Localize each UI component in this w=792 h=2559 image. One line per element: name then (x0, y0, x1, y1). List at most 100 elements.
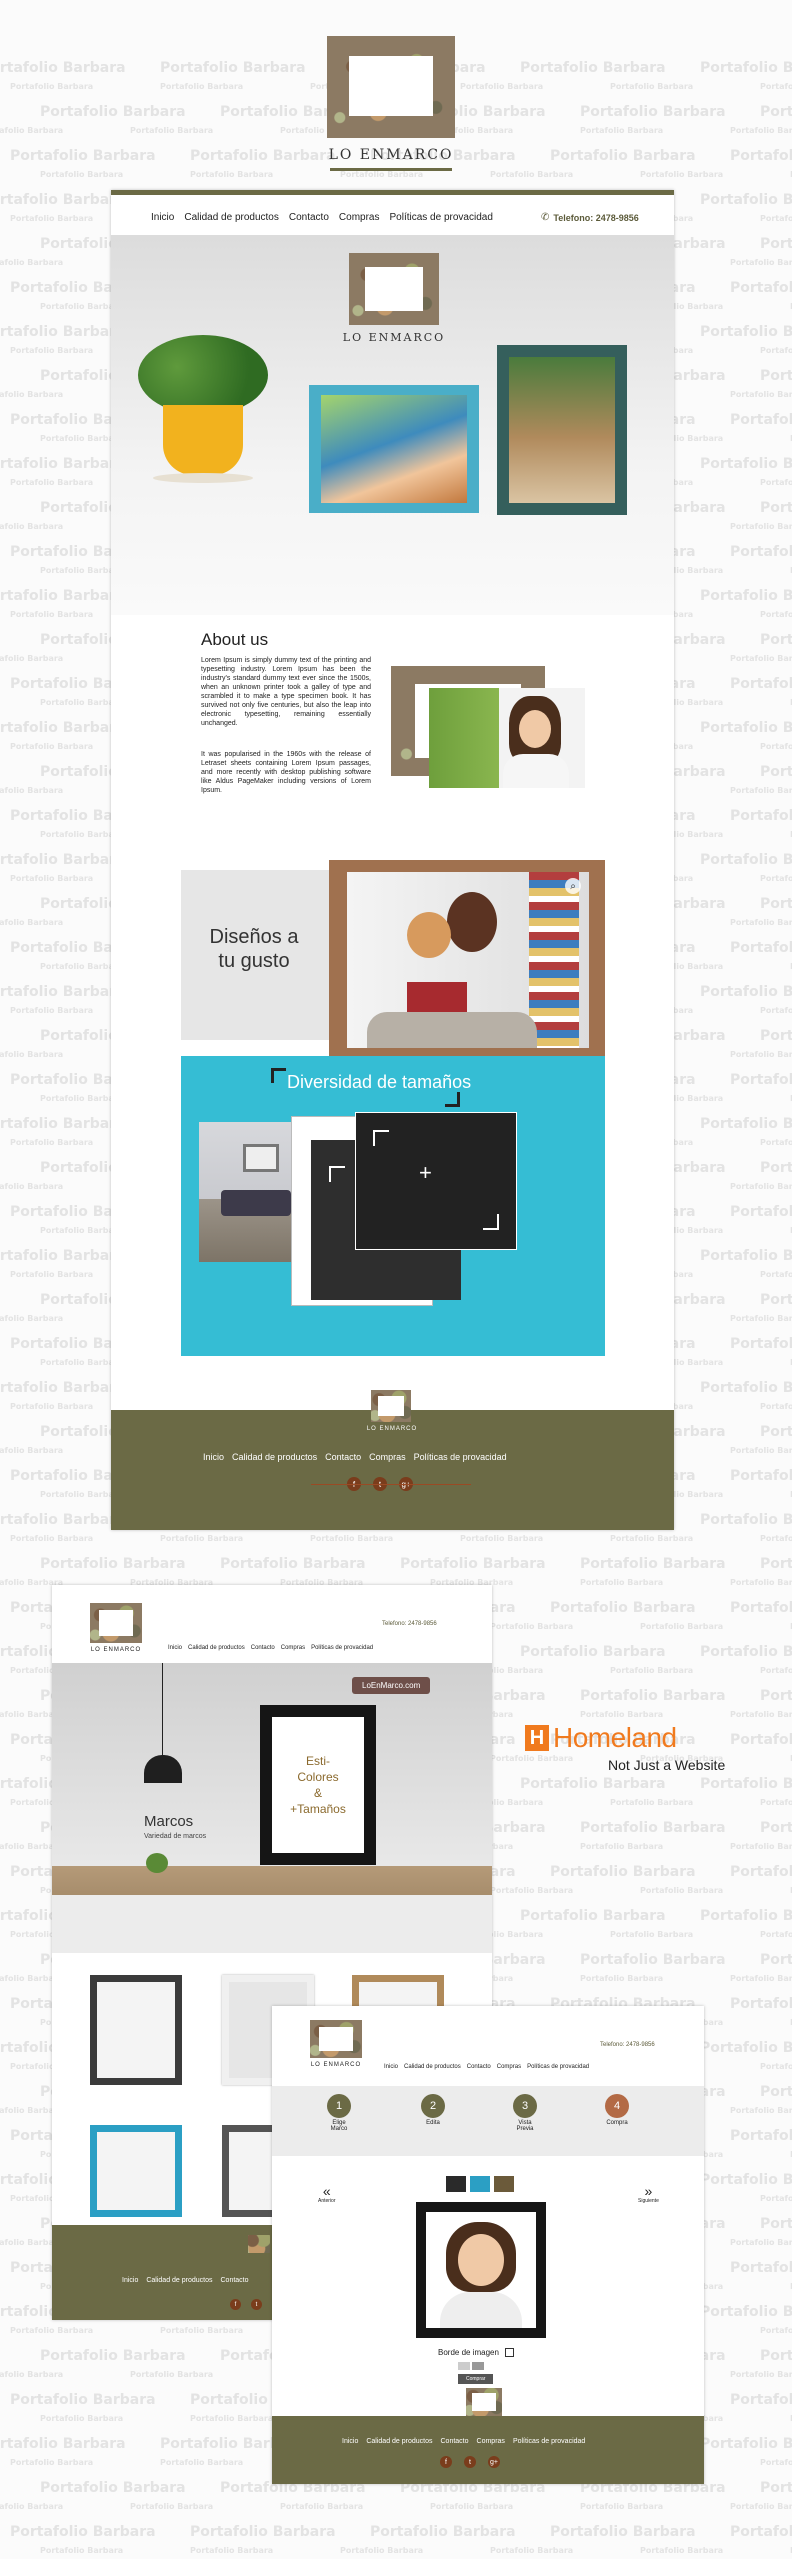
footer-social-line (311, 1484, 471, 1485)
watermark-text: Portafolio Barbara (10, 1006, 94, 1015)
watermark-text: Portafolio Barbara (580, 1842, 664, 1851)
watermark-text: Portafolio Barbara (280, 2502, 364, 2511)
swatch-black[interactable] (446, 2176, 466, 2192)
watermark-text: Portafolio Barbara (730, 412, 792, 428)
border-tab-1[interactable] (458, 2362, 470, 2370)
border-label: Borde de imagen (438, 2348, 499, 2357)
watermark-text: Portafolio Barbara (760, 500, 792, 516)
site2-url-badge[interactable]: LoEnMarco.com (352, 1677, 431, 1694)
hero-logo-frame (349, 253, 439, 325)
watermark-text: Portafolio Barbara (760, 1160, 792, 1176)
site3-nav-inicio[interactable]: Inicio (384, 2064, 398, 2070)
about-paragraph-2: It was popularised in the 1960s with the… (201, 751, 371, 794)
site2-twitter-icon[interactable]: t (251, 2299, 262, 2310)
watermark-text: Portafolio Barbara (10, 1138, 94, 1147)
search-icon[interactable]: ⌕ (565, 878, 581, 894)
watermark-text: Portafolio Barbara (700, 984, 792, 1000)
watermark-text: Portafolio Barbara (730, 654, 792, 663)
watermark-text: Portafolio Barbara (760, 1820, 792, 1836)
hero-section: LO ENMARCO (111, 235, 674, 615)
step-1[interactable]: 1 Elige Marco (314, 2094, 364, 2132)
nav-item-politicas[interactable]: Políticas de provacidad (389, 212, 492, 223)
site2-nav-compras[interactable]: Compras (281, 1645, 305, 1651)
watermark-text: Portafolio Barbara (730, 1050, 792, 1059)
blue-photo-frame (309, 385, 479, 513)
site3-footer-logo (466, 2388, 502, 2416)
site3-nav-calidad[interactable]: Calidad de productos (404, 2064, 461, 2070)
footer-link-politicas[interactable]: Políticas de provacidad (414, 1452, 507, 1462)
watermark-text: Portafolio Barbara (700, 2040, 792, 2056)
nav-item-inicio[interactable]: Inicio (151, 212, 174, 223)
site2-nav-politicas[interactable]: Políticas de provacidad (311, 1645, 373, 1651)
watermark-text: Portafolio Barbara (760, 1952, 792, 1968)
watermark-text: Portafolio Barbara (0, 522, 64, 531)
watermark-text: Portafolio Barbara (10, 478, 94, 487)
watermark-text: Portafolio Barbara (490, 170, 574, 179)
site2-footer-contacto[interactable]: Contacto (221, 2277, 249, 2284)
site3-footer-compras[interactable]: Compras (477, 2438, 505, 2445)
watermark-text: Portafolio Barbara (160, 1534, 244, 1543)
poster-line-3: & (313, 1786, 322, 1800)
watermark-text: Portafolio Barbara (730, 808, 792, 824)
site3-footer-contacto[interactable]: Contacto (441, 2438, 469, 2445)
site2-facebook-icon[interactable]: f (230, 2299, 241, 2310)
watermark-text: Portafolio Barbara (130, 2502, 214, 2511)
watermark-text: Portafolio Barbara (10, 874, 94, 883)
site2-nav-inicio[interactable]: Inicio (168, 1645, 182, 1651)
watermark-text: Portafolio Barbara (520, 60, 666, 76)
footer-link-calidad[interactable]: Calidad de productos (232, 1452, 317, 1462)
site2-footer-calidad[interactable]: Calidad de productos (146, 2277, 212, 2284)
watermark-text: Portafolio Barbara (10, 82, 94, 91)
site3-footer-politicas[interactable]: Políticas de provacidad (513, 2438, 585, 2445)
site3-twitter-icon[interactable]: t (464, 2456, 476, 2468)
watermark-text: Portafolio Barbara (0, 1182, 64, 1191)
watermark-text: Portafolio Barbara (160, 82, 244, 91)
footer-link-compras[interactable]: Compras (369, 1452, 406, 1462)
plus-icon[interactable]: + (419, 1160, 432, 1186)
watermark-text: Portafolio Barbara (0, 720, 126, 736)
step-4[interactable]: 4 Compra (592, 2094, 642, 2126)
site3-footer-inicio[interactable]: Inicio (342, 2438, 358, 2445)
site3-footer-nav: Inicio Calidad de productos Contacto Com… (342, 2438, 585, 2445)
watermark-text: Portafolio Barbara (760, 1402, 792, 1411)
site3-nav-compras[interactable]: Compras (497, 2064, 521, 2070)
footer-link-inicio[interactable]: Inicio (203, 1452, 224, 1462)
swatch-blue[interactable] (470, 2176, 490, 2192)
pendant-lamp-icon (144, 1755, 182, 1783)
step-2[interactable]: 2 Edita (408, 2094, 458, 2126)
site3-nav-politicas[interactable]: Políticas de provacidad (527, 2064, 589, 2070)
site3-nav-contacto[interactable]: Contacto (467, 2064, 491, 2070)
homeland-tagline: Not Just a Website (608, 1757, 726, 1773)
small-plant (146, 1853, 168, 1873)
sizes-title-corner-right (445, 1092, 460, 1107)
watermark-text: Portafolio Barbara (580, 104, 726, 120)
watermark-text: Portafolio Barbara (730, 1336, 792, 1352)
site2-nav-contacto[interactable]: Contacto (251, 1645, 275, 1651)
buy-button[interactable]: Comprar (458, 2374, 494, 2384)
watermark-text: Portafolio Barbara (10, 2392, 156, 2408)
footer-link-contacto[interactable]: Contacto (325, 1452, 361, 1462)
site3-footer-calidad[interactable]: Calidad de productos (366, 2438, 432, 2445)
border-tab-2[interactable] (472, 2362, 484, 2370)
site3-google-plus-icon[interactable]: g+ (488, 2456, 500, 2468)
watermark-text: Portafolio Barbara (730, 1468, 792, 1484)
watermark-text: Portafolio Barbara (760, 478, 792, 487)
watermark-text: Portafolio Barbara (760, 1666, 792, 1675)
step-3[interactable]: 3 Vista Previa (500, 2094, 550, 2132)
nav-item-compras[interactable]: Compras (339, 212, 380, 223)
swatch-brown[interactable] (494, 2176, 514, 2192)
site2-nav-calidad[interactable]: Calidad de productos (188, 1645, 245, 1651)
watermark-text: Portafolio Barbara (580, 1952, 726, 1968)
site3-footer-social: f t g+ (440, 2456, 500, 2468)
watermark-text: Portafolio Barbara (190, 148, 336, 164)
site3-facebook-icon[interactable]: f (440, 2456, 452, 2468)
nav-item-calidad[interactable]: Calidad de productos (184, 212, 279, 223)
sizes-title: Diversidad de tamaños (287, 1072, 472, 1092)
site2-hero: LoEnMarco.com Marcos Variedad de marcos … (52, 1663, 492, 1953)
site2-footer-inicio[interactable]: Inicio (122, 2277, 138, 2284)
prev-button[interactable]: « Anterior (318, 2184, 336, 2204)
nav-item-contacto[interactable]: Contacto (289, 212, 329, 223)
watermark-text: Portafolio Barbara (0, 1380, 126, 1396)
next-button[interactable]: » Siguiente (638, 2184, 659, 2204)
border-checkbox[interactable] (504, 2348, 514, 2357)
